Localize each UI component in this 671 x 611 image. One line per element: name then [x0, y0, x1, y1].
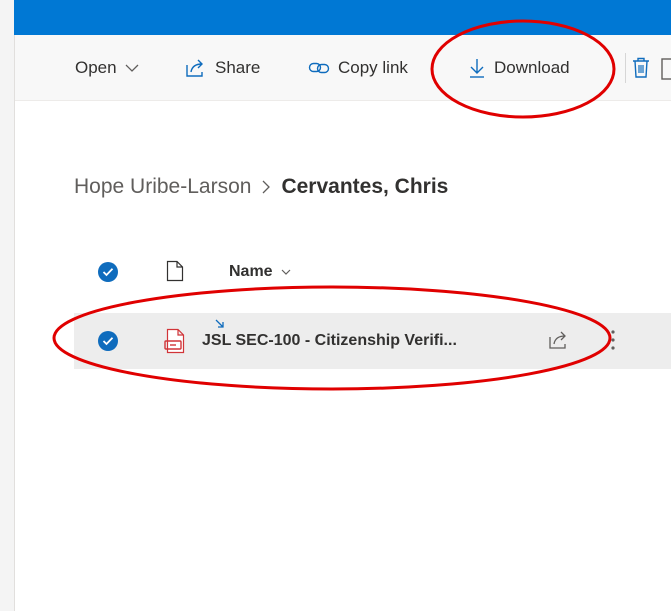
document-icon [166, 260, 184, 287]
share-icon [186, 59, 203, 77]
chevron-down-icon [125, 64, 139, 72]
breadcrumb: Hope Uribe-Larson Cervantes, Chris [74, 170, 448, 204]
checkmark-icon [102, 337, 114, 346]
more-vertical-icon [611, 330, 615, 350]
app-top-bar [14, 0, 671, 35]
row-more-button[interactable] [610, 329, 616, 356]
column-header-name[interactable]: Name [229, 252, 291, 292]
copy-link-label: Copy link [338, 57, 408, 77]
trash-icon [633, 57, 649, 78]
command-bar: Open Share Copy link Download [15, 35, 671, 101]
copy-link-button[interactable]: Copy link [308, 35, 408, 100]
row-checkbox[interactable] [98, 331, 118, 351]
delete-button[interactable] [632, 52, 650, 84]
share-label: Share [215, 57, 261, 77]
download-icon [470, 58, 484, 78]
share-button[interactable]: Share [185, 35, 260, 100]
select-all-checkbox[interactable] [98, 262, 118, 282]
file-list-header: Name [74, 252, 671, 292]
table-row[interactable]: JSL SEC-100 - Citizenship Verifi... [74, 313, 671, 369]
pdf-file-icon [164, 328, 186, 359]
file-name-link[interactable]: JSL SEC-100 - Citizenship Verifi... [202, 313, 457, 369]
open-button[interactable]: Open [75, 35, 139, 100]
download-label: Download [494, 57, 570, 77]
toolbar-separator [625, 53, 626, 83]
open-label: Open [75, 57, 117, 77]
column-name-label: Name [229, 263, 273, 280]
left-rail-divider [14, 35, 15, 611]
left-rail [0, 0, 14, 611]
download-button[interactable]: Download [468, 35, 570, 100]
checkmark-icon [102, 268, 114, 277]
share-icon [549, 331, 566, 349]
clipped-toolbar-icon [652, 58, 671, 80]
row-share-button[interactable] [548, 330, 570, 355]
breadcrumb-parent[interactable]: Hope Uribe-Larson [74, 175, 251, 199]
link-icon [308, 62, 330, 73]
chevron-down-icon [281, 269, 291, 275]
chevron-right-icon [262, 180, 271, 194]
breadcrumb-current: Cervantes, Chris [281, 175, 449, 198]
